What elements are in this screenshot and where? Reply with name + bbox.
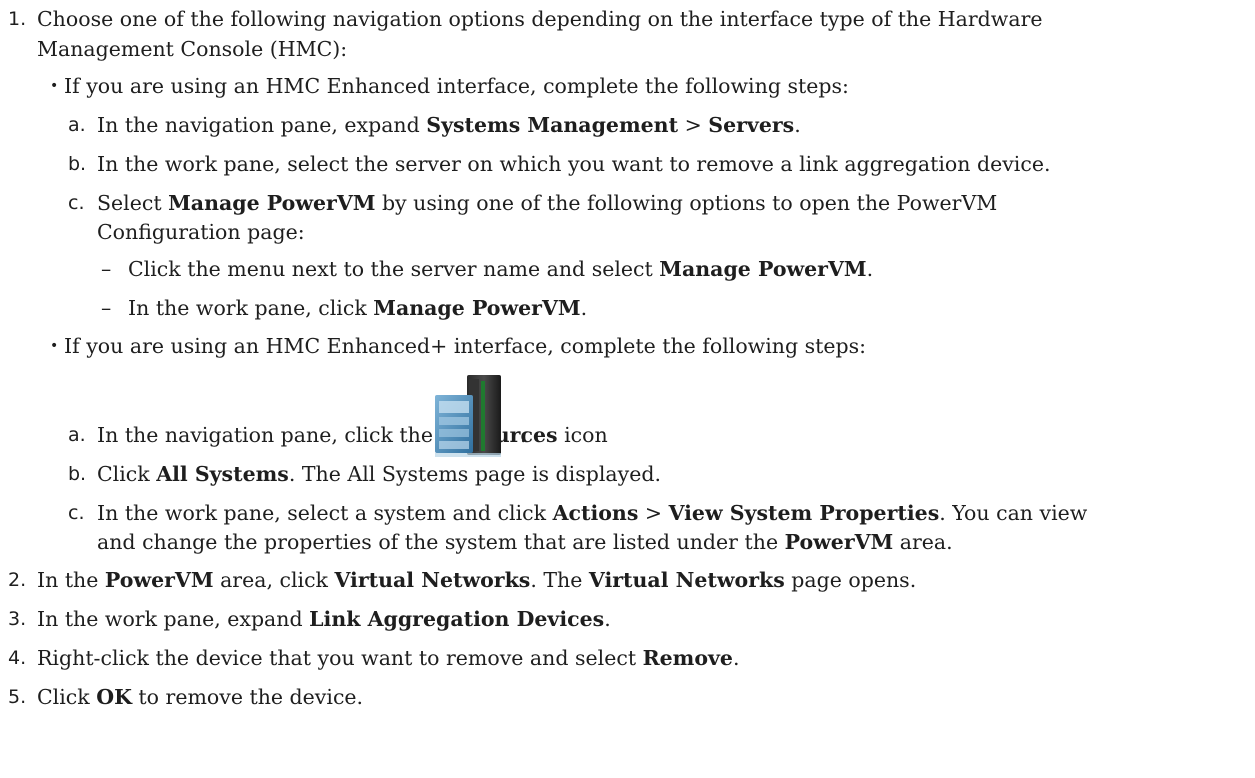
step-3-number: 3. [8, 608, 27, 630]
step-1-text-line2: Management Console (HMC): [37, 37, 348, 61]
step-1-text-line1: Choose one of the following navigation o… [37, 7, 1043, 31]
step-2-number: 2. [8, 569, 27, 591]
enhanced-step-c-text: Select Manage PowerVM by using one of th… [97, 191, 998, 215]
document-page: { "steps": { "s1": { "num": "1.", "line1… [0, 0, 1255, 778]
enhanced-step-b-text: In the work pane, select the server on w… [97, 152, 1051, 176]
step-4-text: Right-click the device that you want to … [37, 646, 740, 670]
enhanced-step-c-letter: c. [68, 192, 85, 214]
enhanced-step-a-text: In the navigation pane, expand Systems M… [97, 113, 801, 137]
enhanced-step-b-letter: b. [68, 153, 87, 175]
enhanced-plus-step-c-text-line2: and change the properties of the system … [97, 530, 953, 554]
dash-2: – [101, 296, 112, 320]
step-3-text: In the work pane, expand Link Aggregatio… [37, 607, 611, 631]
server-rack-icon [435, 375, 501, 457]
enhanced-plus-step-b-text: Click All Systems. The All Systems page … [97, 462, 661, 486]
step-5-text: Click OK to remove the device. [37, 685, 364, 709]
enhanced-plus-intro: If you are using an HMC Enhanced+ interf… [64, 334, 867, 358]
step-1-number: 1. [8, 8, 27, 30]
step-4-number: 4. [8, 647, 27, 669]
enhanced-intro: If you are using an HMC Enhanced interfa… [64, 74, 849, 98]
enhanced-plus-step-a-period: . [520, 423, 527, 447]
enhanced-step-a-letter: a. [68, 114, 86, 136]
enhanced-option-2: In the work pane, click Manage PowerVM. [128, 296, 588, 320]
enhanced-plus-step-c-text: In the work pane, select a system and cl… [97, 501, 1088, 525]
enhanced-plus-step-a-letter: a. [68, 424, 86, 446]
enhanced-plus-step-a-text: In the navigation pane, click the Resour… [97, 423, 608, 447]
enhanced-option-1: Click the menu next to the server name a… [128, 257, 874, 281]
bullet-enhanced-plus: • [50, 338, 59, 354]
enhanced-plus-step-c-letter: c. [68, 502, 85, 524]
step-2-text: In the PowerVM area, click Virtual Netwo… [37, 568, 917, 592]
enhanced-plus-step-b-letter: b. [68, 463, 87, 485]
dash-1: – [101, 257, 112, 281]
step-5-number: 5. [8, 686, 27, 708]
bullet-enhanced: • [50, 78, 59, 94]
enhanced-step-c-text-line2: Configuration page: [97, 220, 305, 244]
